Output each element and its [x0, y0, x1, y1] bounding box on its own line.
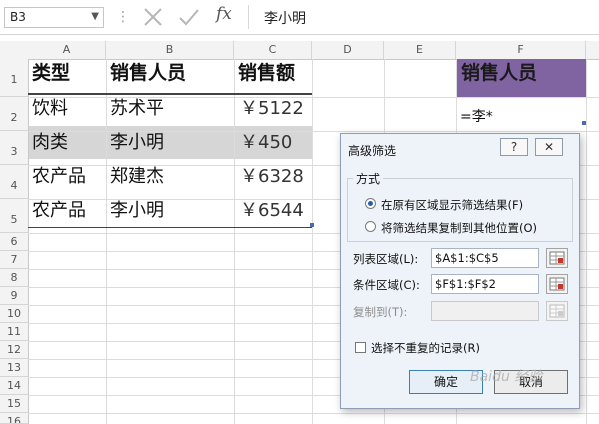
criteria-range-picker-button[interactable] — [546, 274, 568, 294]
cell-c5[interactable]: ￥6544 — [240, 202, 304, 220]
unique-records-label[interactable]: 选择不重复的记录(R) — [371, 340, 480, 356]
column-header-f[interactable]: F — [456, 41, 586, 59]
help-button[interactable]: ? — [500, 138, 528, 156]
list-range-picker-button[interactable] — [546, 248, 568, 268]
column-headers: A B C D E F — [0, 41, 599, 60]
row-header-13[interactable]: 13 — [0, 359, 28, 377]
cell-b1[interactable]: 销售人员 — [110, 64, 186, 83]
column-header-e[interactable]: E — [384, 41, 456, 59]
column-header-d[interactable]: D — [312, 41, 384, 59]
more-icon: ⋮ — [116, 9, 130, 25]
range-picker-icon — [549, 304, 565, 318]
cell-a2[interactable]: 饮料 — [32, 100, 68, 118]
close-button[interactable]: ✕ — [535, 138, 563, 156]
row-header-5[interactable]: 5 — [0, 199, 28, 233]
dialog-title: 高级筛选 — [348, 144, 397, 158]
cell-a5[interactable]: 农产品 — [32, 202, 86, 220]
criteria-range-input[interactable]: $F$1:$F$2 — [431, 274, 539, 294]
row-header-3[interactable]: 3 — [0, 131, 28, 165]
cell-b4[interactable]: 郑建杰 — [110, 168, 164, 186]
watermark: Baidu 经验 — [470, 369, 543, 385]
cell-a4[interactable]: 农产品 — [32, 168, 86, 186]
cell-f2[interactable]: =李* — [460, 110, 493, 124]
table-bottom-border — [28, 227, 312, 228]
mode-group-label: 方式 — [353, 170, 384, 187]
formula-separator — [248, 5, 249, 29]
row-header-7[interactable]: 7 — [0, 251, 28, 269]
list-range-input[interactable]: $A$1:$C$5 — [431, 248, 539, 268]
row-header-16[interactable]: 16 — [0, 413, 28, 424]
name-box-value: B3 — [10, 10, 26, 24]
row-header-2[interactable]: 2 — [0, 97, 28, 131]
cell-a3[interactable]: 肉类 — [32, 134, 68, 152]
radio-filter-in-place-label[interactable]: 在原有区域显示筛选结果(F) — [381, 197, 523, 213]
radio-copy-to-location-label[interactable]: 将筛选结果复制到其他位置(O) — [381, 220, 537, 236]
function-icon[interactable]: fx — [216, 4, 232, 24]
row-header-14[interactable]: 14 — [0, 377, 28, 395]
cell-b2[interactable]: 苏术平 — [110, 100, 164, 118]
cell-c3[interactable]: ￥450 — [240, 134, 292, 152]
row-header-9[interactable]: 9 — [0, 287, 28, 305]
cell-c1[interactable]: 销售额 — [238, 64, 295, 83]
name-box[interactable]: B3 ▼ — [4, 7, 104, 28]
column-header-a[interactable]: A — [28, 41, 106, 59]
cell-c4[interactable]: ￥6328 — [240, 168, 304, 186]
cancel-x-icon[interactable] — [142, 6, 164, 28]
range-picker-icon — [549, 251, 565, 265]
copy-to-picker-button — [546, 301, 568, 321]
chevron-down-icon[interactable]: ▼ — [91, 11, 99, 22]
criteria-resize-handle[interactable] — [582, 121, 586, 125]
range-picker-icon — [549, 277, 565, 291]
row-header-10[interactable]: 10 — [0, 305, 28, 323]
copy-to-input — [431, 301, 539, 321]
column-header-b[interactable]: B — [106, 41, 234, 59]
row-header-11[interactable]: 11 — [0, 323, 28, 341]
formula-content[interactable]: 李小明 — [264, 8, 306, 28]
row-header-8[interactable]: 8 — [0, 269, 28, 287]
radio-copy-to-location[interactable] — [365, 221, 376, 232]
row-header-15[interactable]: 15 — [0, 395, 28, 413]
table-resize-handle[interactable] — [310, 223, 314, 227]
unique-records-checkbox[interactable] — [355, 342, 366, 353]
cell-a1[interactable]: 类型 — [32, 64, 70, 83]
row-headers: 1 2 3 4 5 6 7 8 9 10 11 12 13 14 15 16 — [0, 59, 29, 424]
column-header-c[interactable]: C — [234, 41, 312, 59]
table-header-border — [28, 93, 312, 95]
copy-to-label: 复制到(T): — [353, 305, 408, 319]
row-header-1[interactable]: 1 — [0, 59, 28, 97]
row-header-6[interactable]: 6 — [0, 233, 28, 251]
cell-b3[interactable]: 李小明 — [110, 134, 164, 152]
list-range-label: 列表区域(L): — [353, 252, 419, 266]
cell-f1[interactable]: 销售人员 — [461, 64, 537, 83]
cell-c2[interactable]: ￥5122 — [240, 100, 304, 118]
row-header-12[interactable]: 12 — [0, 341, 28, 359]
formula-bar: B3 ▼ ⋮ fx 李小明 — [0, 0, 599, 35]
cell-b5[interactable]: 李小明 — [110, 202, 164, 220]
row-header-4[interactable]: 4 — [0, 165, 28, 199]
radio-filter-in-place[interactable] — [365, 198, 376, 209]
enter-check-icon[interactable] — [178, 6, 200, 28]
criteria-range-label: 条件区域(C): — [353, 278, 420, 292]
